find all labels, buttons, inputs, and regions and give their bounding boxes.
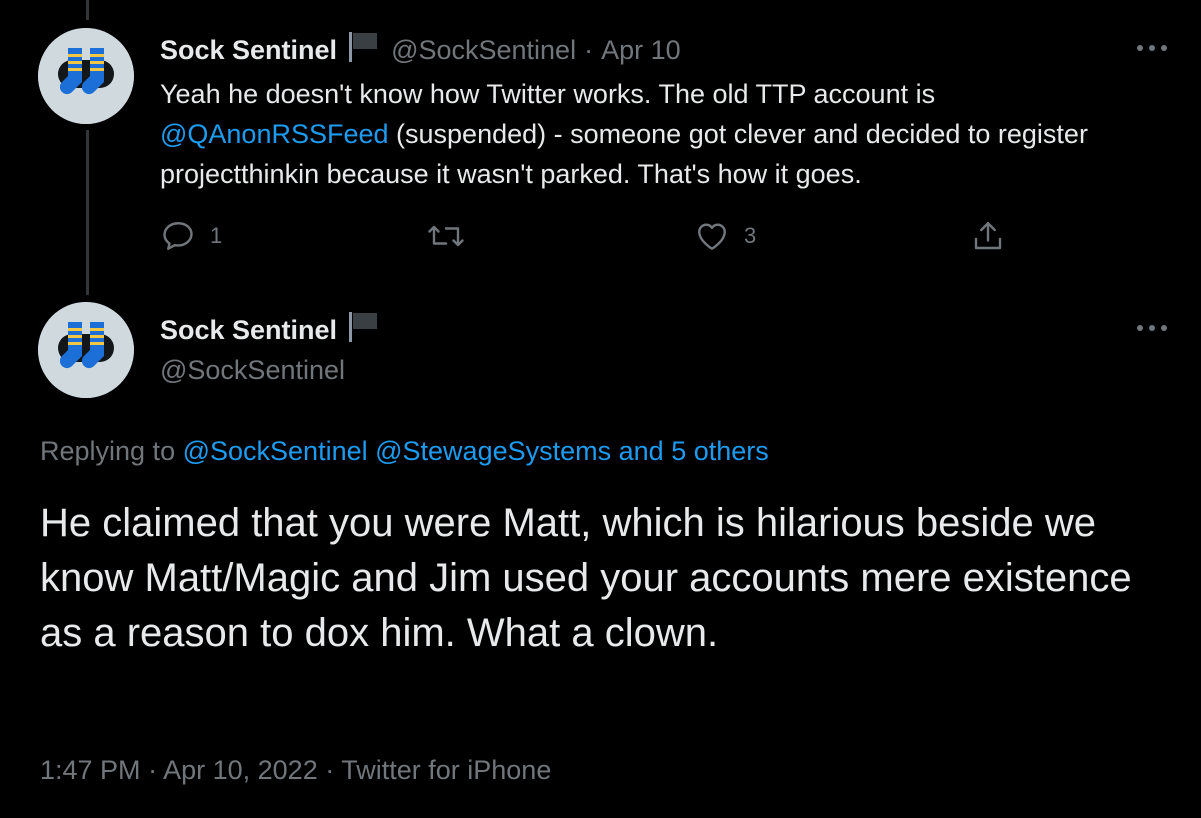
avatar[interactable] — [38, 302, 134, 398]
reply-button[interactable]: 1 — [160, 218, 222, 254]
like-button[interactable]: 3 — [694, 218, 756, 254]
share-button[interactable] — [970, 218, 1006, 254]
tweet-date[interactable]: Apr 10 — [601, 35, 681, 66]
socks-logo-icon — [38, 28, 134, 124]
share-icon — [974, 222, 1002, 250]
like-icon — [698, 223, 726, 250]
retweet-icon — [428, 225, 464, 247]
more-options-icon[interactable] — [1132, 38, 1172, 58]
thread-line — [86, 0, 89, 20]
replying-prefix: Replying to — [40, 436, 183, 466]
tweet-date[interactable]: Apr 10, 2022 — [163, 755, 318, 785]
others-link[interactable]: and 5 others — [619, 436, 769, 466]
reply-count: 1 — [210, 223, 223, 248]
more-options-icon[interactable] — [1132, 318, 1172, 338]
separator: · — [148, 755, 158, 785]
tweet-text-line1: Yeah he doesn't know how Twitter works. … — [160, 79, 936, 109]
mention-link[interactable]: @QAnonRSSFeed — [160, 119, 389, 149]
socks-logo-icon — [38, 302, 134, 398]
reply-icon — [163, 222, 193, 250]
retweet-button[interactable] — [426, 218, 480, 254]
replying-to: Replying to @SockSentinel @StewageSystem… — [40, 431, 769, 471]
like-count: 3 — [744, 223, 757, 248]
tweet-header: Sock Sentinel @SockSentinel · Apr 10 — [160, 30, 681, 70]
display-name[interactable]: Sock Sentinel — [160, 315, 337, 346]
tweet-meta: 1:47 PM · Apr 10, 2022 · Twitter for iPh… — [40, 750, 551, 790]
thread-line — [86, 130, 89, 295]
flag-icon — [347, 310, 379, 351]
flag-icon — [347, 30, 379, 71]
display-name[interactable]: Sock Sentinel — [160, 35, 337, 66]
tweet-header: Sock Sentinel — [160, 310, 391, 350]
mention-link[interactable]: @StewageSystems — [375, 436, 611, 466]
tweet-actions: 1 3 — [160, 218, 1020, 260]
separator: · — [584, 34, 594, 65]
avatar[interactable] — [38, 28, 134, 124]
tweet-source[interactable]: Twitter for iPhone — [341, 755, 551, 785]
tweet-text: He claimed that you were Matt, which is … — [40, 501, 1132, 655]
tweet-time[interactable]: 1:47 PM — [40, 755, 141, 785]
handle[interactable]: @SockSentinel — [391, 35, 576, 66]
tweet-text: Yeah he doesn't know how Twitter works. … — [160, 74, 1120, 194]
mention-link[interactable]: @SockSentinel — [183, 436, 368, 466]
separator: · — [325, 755, 335, 785]
handle[interactable]: @SockSentinel — [160, 350, 345, 390]
